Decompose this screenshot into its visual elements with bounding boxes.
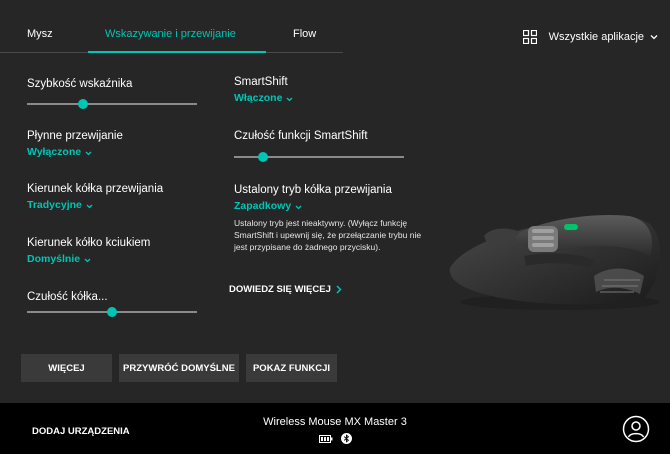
smooth-scroll-value: Wyłączone bbox=[27, 146, 82, 158]
fixed-mode-setting: Ustalony tryb kółka przewijania Zapadkow… bbox=[234, 184, 392, 214]
pointer-speed-slider[interactable] bbox=[27, 98, 197, 110]
fixed-mode-value: Zapadkowy bbox=[234, 200, 292, 212]
bluetooth-icon bbox=[341, 433, 352, 444]
smartshift-value: Włączone bbox=[234, 92, 283, 104]
tab-pointing-scrolling[interactable]: Wskazywanie i przewijanie bbox=[105, 28, 236, 40]
smartshift-sensitivity-label: Czułość funkcji SmartShift bbox=[234, 130, 368, 142]
footer-bar: DODAJ URZĄDZENIA Wireless Mouse MX Maste… bbox=[0, 403, 670, 454]
app-selector-label: Wszystkie aplikacje bbox=[548, 31, 644, 43]
thumbwheel-direction-value: Domyślnie bbox=[27, 253, 81, 265]
app-selector[interactable]: Wszystkie aplikacje bbox=[522, 30, 658, 44]
chevron-down-icon bbox=[85, 151, 92, 155]
wheel-direction-label: Kierunek kółka przewijania bbox=[27, 183, 164, 195]
slider-knob[interactable] bbox=[78, 99, 89, 109]
thumbwheel-direction-label: Kierunek kółko kciukiem bbox=[27, 237, 151, 249]
tab-mouse[interactable]: Mysz bbox=[27, 28, 53, 40]
slider-knob[interactable] bbox=[107, 307, 117, 317]
grid-icon bbox=[522, 30, 537, 44]
smartshift-setting: SmartShift Włączone bbox=[234, 76, 293, 106]
slider-knob[interactable] bbox=[257, 152, 268, 162]
smartshift-sensitivity-slider[interactable] bbox=[234, 151, 404, 163]
chevron-down-icon bbox=[295, 205, 302, 209]
show-features-button[interactable]: POKAZ FUNKCJI bbox=[246, 354, 337, 382]
wheel-direction-setting: Kierunek kółka przewijania Tradycyjne bbox=[27, 183, 163, 213]
tab-flow[interactable]: Flow bbox=[293, 28, 316, 40]
smartshift-dropdown[interactable]: Włączone bbox=[234, 92, 293, 104]
learn-more-link[interactable]: DOWIEDZ SIĘ WIĘCEJ bbox=[229, 284, 342, 295]
tab-bar: Mysz Wskazywanie i przewijanie Flow bbox=[0, 0, 670, 54]
smartshift-label: SmartShift bbox=[234, 76, 288, 88]
learn-more-label: DOWIEDZ SIĘ WIĘCEJ bbox=[229, 284, 331, 295]
wheel-sensitivity-slider[interactable] bbox=[27, 306, 197, 318]
active-tab-indicator bbox=[88, 51, 266, 53]
battery-icon bbox=[319, 434, 333, 443]
more-button[interactable]: WIĘCEJ bbox=[21, 354, 112, 382]
fixed-mode-label: Ustalony tryb kółka przewijania bbox=[234, 184, 392, 196]
chevron-down-icon bbox=[84, 258, 91, 262]
restore-defaults-button[interactable]: PRZYWRÓĆ DOMYŚLNE bbox=[119, 354, 239, 382]
pointer-speed-setting: Szybkość wskaźnika bbox=[27, 78, 132, 90]
wheel-sensitivity-setting: Czułość kółka... bbox=[27, 291, 108, 303]
wheel-sensitivity-label: Czułość kółka... bbox=[27, 291, 108, 303]
chevron-down-icon bbox=[286, 97, 293, 101]
smooth-scroll-label: Płynne przewijanie bbox=[27, 130, 123, 142]
device-status bbox=[319, 433, 352, 444]
slider-track bbox=[27, 103, 197, 105]
chevron-down-icon bbox=[86, 204, 93, 208]
pointer-speed-label: Szybkość wskaźnika bbox=[27, 78, 133, 90]
device-name: Wireless Mouse MX Master 3 bbox=[263, 416, 407, 428]
account-icon[interactable] bbox=[622, 415, 650, 443]
smooth-scroll-setting: Płynne przewijanie Wyłączone bbox=[27, 130, 123, 160]
smooth-scroll-dropdown[interactable]: Wyłączone bbox=[27, 146, 92, 158]
fixed-mode-note: Ustalony tryb jest nieaktywny. (Wyłącz f… bbox=[234, 218, 422, 252]
wheel-direction-value: Tradycyjne bbox=[27, 199, 82, 211]
wheel-direction-dropdown[interactable]: Tradycyjne bbox=[27, 199, 93, 211]
smartshift-sensitivity-setting: Czułość funkcji SmartShift bbox=[234, 130, 368, 142]
thumbwheel-direction-setting: Kierunek kółko kciukiem Domyślnie bbox=[27, 237, 150, 267]
fixed-mode-dropdown[interactable]: Zapadkowy bbox=[234, 200, 302, 212]
thumbwheel-direction-dropdown[interactable]: Domyślnie bbox=[27, 253, 91, 265]
mouse-image bbox=[449, 214, 661, 310]
chevron-down-icon bbox=[650, 35, 658, 40]
chevron-right-icon bbox=[336, 285, 342, 294]
